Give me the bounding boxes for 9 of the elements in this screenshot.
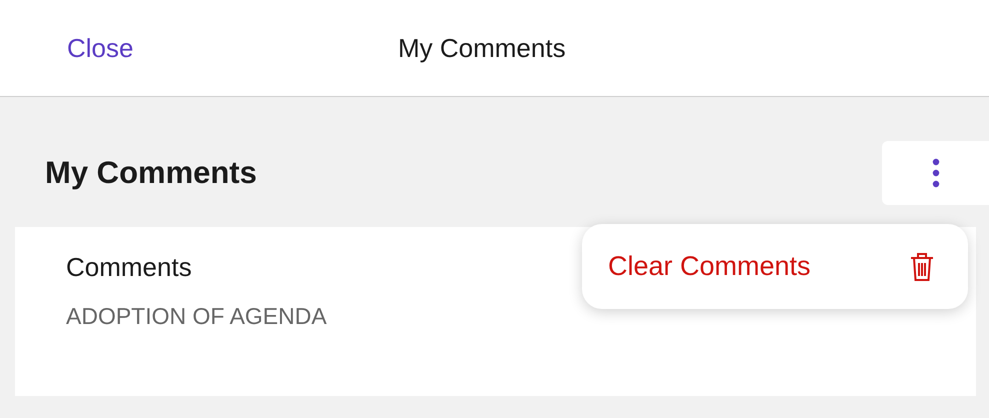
more-button[interactable] (882, 141, 989, 205)
page-title: My Comments (398, 32, 566, 64)
close-button[interactable]: Close (67, 32, 398, 64)
card-subtitle: ADOPTION OF AGENDA (66, 303, 327, 330)
more-icon (932, 158, 940, 188)
section-heading: My Comments (45, 155, 257, 191)
menu-item[interactable]: Clear Comments (608, 251, 935, 282)
card-title: Comments (66, 252, 192, 283)
trash-icon (909, 252, 935, 282)
